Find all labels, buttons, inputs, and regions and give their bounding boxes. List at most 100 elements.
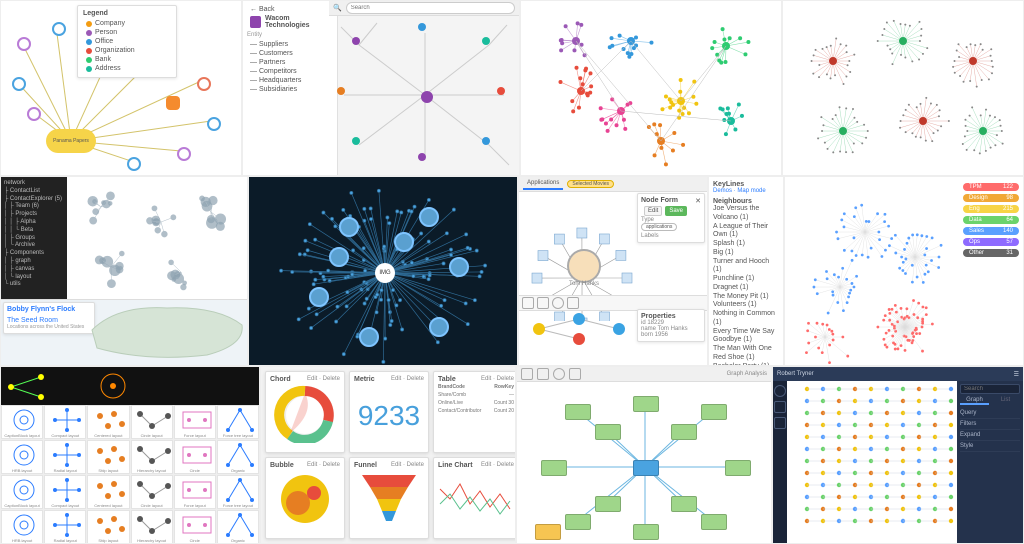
node[interactable] [197, 77, 211, 91]
layout-thumb[interactable]: Sfdp layout [87, 510, 129, 544]
neighbour-item[interactable]: Big (1) [713, 249, 779, 258]
entity-node[interactable] [633, 524, 659, 540]
layout-thumb[interactable]: Compact layout [44, 475, 86, 509]
entity-node[interactable] [565, 404, 591, 420]
layout-thumb[interactable]: Force layout [174, 475, 216, 509]
neighbour-item[interactable]: Turner and Hooch (1) [713, 258, 779, 276]
node[interactable] [207, 117, 221, 131]
card-metric[interactable]: MetricEdit · Delete 9233 [349, 371, 429, 453]
legend-item[interactable]: Office [83, 37, 171, 46]
layout-thumb[interactable]: Organic [217, 510, 259, 544]
radial-node[interactable] [497, 87, 505, 95]
center-node[interactable]: IMG [375, 263, 395, 283]
avatar-node[interactable] [329, 247, 349, 267]
legend-item[interactable]: Organization [83, 46, 171, 55]
entity-node[interactable] [701, 514, 727, 530]
layout-thumb[interactable]: Radial layout [44, 440, 86, 474]
tool[interactable] [553, 368, 565, 380]
tab-list[interactable]: List [991, 397, 1020, 405]
legend-pill[interactable]: TPM122 [963, 183, 1019, 191]
tool[interactable] [537, 368, 549, 380]
tool-select[interactable] [522, 297, 534, 309]
radial-node[interactable] [352, 137, 360, 145]
side-item[interactable]: Style [960, 441, 1020, 452]
layout-thumb[interactable]: Force tree layout [217, 475, 259, 509]
neighbour-item[interactable]: Joe Versus the Volcano (1) [713, 205, 779, 223]
layout-thumb[interactable]: Circle layout [131, 475, 173, 509]
entity-node[interactable] [595, 424, 621, 440]
tool-pan[interactable] [537, 297, 549, 309]
entity-node[interactable] [535, 524, 561, 540]
category-item[interactable]: — Customers [247, 49, 333, 58]
center-node[interactable]: Panama Papers [46, 129, 96, 153]
radial-node[interactable] [418, 153, 426, 161]
side-item[interactable]: Query [960, 408, 1020, 419]
avatar-node[interactable] [449, 257, 469, 277]
entity-node[interactable] [671, 424, 697, 440]
entity-node[interactable] [595, 496, 621, 512]
legend-pill[interactable]: Design98 [963, 194, 1019, 202]
tool-node[interactable] [552, 297, 564, 309]
layout-thumb[interactable]: Hierarchy layout [131, 510, 173, 544]
layout-thumb[interactable]: Circle layout [131, 405, 173, 439]
entity-node[interactable] [701, 404, 727, 420]
entity-node[interactable] [565, 514, 591, 530]
node[interactable] [177, 147, 191, 161]
node[interactable] [17, 37, 31, 51]
layout-thumb[interactable]: HRB layout [1, 440, 43, 474]
entity-node[interactable] [725, 460, 751, 476]
selection-chip[interactable]: Selected Movies [567, 180, 614, 188]
layout-thumb[interactable]: Radial layout [44, 510, 86, 544]
rail-icon[interactable] [774, 385, 786, 397]
card-bubble[interactable]: BubbleEdit · Delete [265, 457, 345, 539]
legend-item[interactable]: Person [83, 28, 171, 37]
legend-pill[interactable]: Other31 [963, 249, 1019, 257]
entity-node[interactable] [541, 460, 567, 476]
legend-item[interactable]: Address [83, 64, 171, 73]
search-input[interactable] [346, 2, 515, 14]
neighbour-item[interactable]: Volunteers (1) [713, 301, 779, 310]
node[interactable] [12, 77, 26, 91]
layout-thumb[interactable]: CaptionBlock layout [1, 405, 43, 439]
node[interactable] [52, 22, 66, 36]
tool[interactable] [521, 368, 533, 380]
category-item[interactable]: — Suppliers [247, 40, 333, 49]
neighbour-item[interactable]: Nothing in Common (1) [713, 310, 779, 328]
center-node[interactable] [421, 91, 433, 103]
layout-thumb[interactable]: Hierarchy layout [131, 440, 173, 474]
category-item[interactable]: — Subsidiaries [247, 85, 333, 94]
crumb[interactable]: Demos · Map mode [713, 188, 779, 194]
tool-edge[interactable] [567, 297, 579, 309]
layout-thumb[interactable]: Centered layout [87, 405, 129, 439]
avatar-node[interactable] [339, 217, 359, 237]
layout-thumb[interactable]: Force tree layout [217, 405, 259, 439]
node[interactable] [27, 107, 41, 121]
avatar-node[interactable] [359, 327, 379, 347]
radial-node[interactable] [482, 37, 490, 45]
category-item[interactable]: — Headquarters [247, 76, 333, 85]
tab-graph[interactable]: Graph [960, 397, 989, 405]
avatar-node[interactable] [419, 207, 439, 227]
layout-thumb[interactable]: Circle [174, 440, 216, 474]
card-funnel[interactable]: FunnelEdit · Delete [349, 457, 429, 539]
neighbour-item[interactable]: The Man With One Red Shoe (1) [713, 345, 779, 363]
node[interactable] [127, 157, 141, 171]
avatar-node[interactable] [309, 287, 329, 307]
edit-button[interactable]: Edit [644, 206, 662, 216]
radial-node[interactable] [337, 87, 345, 95]
neighbour-item[interactable]: A League of Their Own (1) [713, 223, 779, 241]
menu-icon[interactable]: ☰ [1014, 371, 1019, 378]
save-button[interactable]: Save [665, 206, 687, 216]
layout-thumb[interactable]: Centered layout [87, 475, 129, 509]
category-item[interactable]: — Partners [247, 58, 333, 67]
avatar-node[interactable] [429, 317, 449, 337]
rail-icon[interactable] [774, 401, 786, 413]
legend-item[interactable]: Bank [83, 55, 171, 64]
tool[interactable] [569, 368, 581, 380]
category-item[interactable]: — Competitors [247, 67, 333, 76]
rail-icon[interactable] [774, 417, 786, 429]
dark-search[interactable] [960, 384, 1020, 394]
neighbour-item[interactable]: Punchline (1) [713, 275, 779, 284]
legend-pill[interactable]: Ops57 [963, 238, 1019, 246]
neighbour-item[interactable]: The Money Pit (1) [713, 293, 779, 302]
